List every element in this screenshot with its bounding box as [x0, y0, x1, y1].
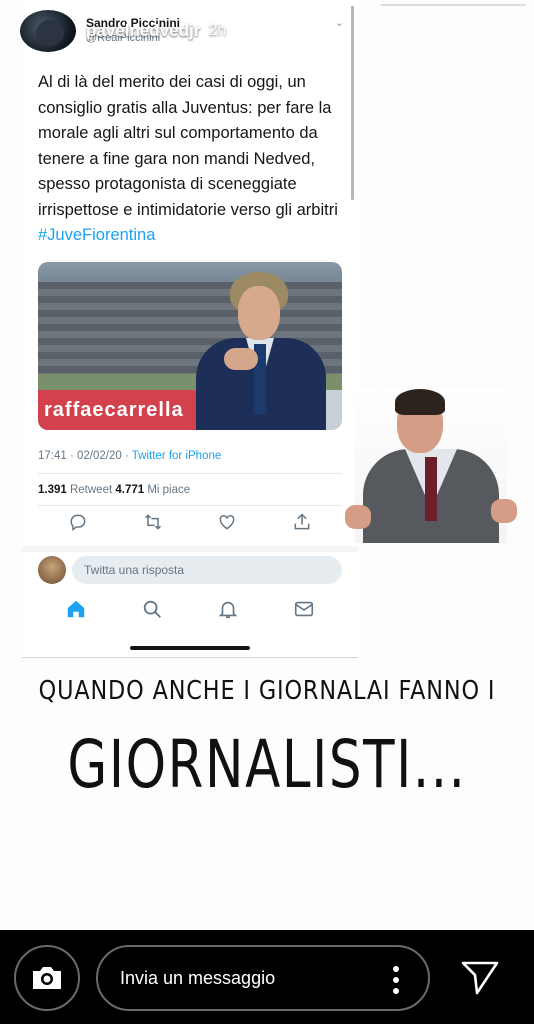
divider — [38, 473, 342, 474]
photo-person — [196, 272, 326, 430]
story-reply-bar: Invia un messaggio — [0, 930, 534, 1024]
avatar — [38, 556, 66, 584]
message-input[interactable]: Invia un messaggio — [96, 945, 430, 1011]
story-caption-line1: QUANDO ANCHE I GIORNALAI FANNO I — [38, 676, 496, 706]
tweet-timestamp: 17:41 · 02/02/20 · — [38, 450, 132, 462]
story-username[interactable]: pavelnedvedjr — [86, 21, 200, 41]
story-header[interactable]: pavelnedvedjr 2h — [18, 8, 226, 54]
tweet-reply-box: Twitta una risposta — [72, 556, 342, 584]
camera-icon — [33, 967, 61, 989]
tweet-photo: raffaecarrella — [38, 262, 342, 430]
tweet-screenshot: Sandro Piccinini @RealPiccinini ⌄ Al di … — [22, 0, 358, 658]
gif-sticker[interactable] — [345, 387, 518, 543]
heart-icon — [219, 514, 235, 530]
bell-icon — [218, 601, 238, 619]
photo-banner: raffaecarrella — [38, 390, 208, 430]
retweet-icon — [144, 514, 161, 530]
share-icon — [294, 513, 310, 530]
story-timestamp: 2h — [208, 22, 227, 39]
retweet-label: Retweet — [66, 484, 116, 496]
tweet-body: Al di là del merito dei casi di oggi, un… — [38, 73, 338, 219]
twitter-tab-bar — [38, 598, 342, 622]
story-progress-fill — [8, 4, 381, 6]
reply-icon — [70, 514, 86, 531]
tweet-actions — [38, 512, 342, 536]
avatar[interactable] — [18, 8, 78, 54]
tweet-source: Twitter for iPhone — [131, 450, 222, 462]
send-icon[interactable] — [460, 960, 500, 996]
story-caption-line2: GIORNALISTI... — [67, 726, 467, 803]
retweet-count: 1.391 — [38, 484, 67, 496]
tweet-hashtag: #JuveFiorentina — [38, 226, 156, 244]
search-icon — [143, 600, 161, 618]
story-progress-bar — [8, 4, 526, 6]
tweet-meta: 17:41 · 02/02/20 · Twitter for iPhone — [38, 450, 221, 462]
chevron-down-icon: ⌄ — [334, 17, 344, 29]
story-canvas[interactable]: Sandro Piccinini @RealPiccinini ⌄ Al di … — [0, 0, 534, 930]
like-count: 4.771 — [115, 484, 145, 496]
like-label: Mi piace — [144, 484, 191, 496]
divider — [22, 546, 358, 552]
home-icon — [67, 600, 85, 618]
mail-icon — [294, 601, 314, 617]
more-options-icon[interactable] — [392, 965, 400, 995]
home-indicator — [130, 646, 250, 650]
tweet-stats: 1.391 Retweet 4.771 Mi piace — [38, 484, 190, 496]
tweet-text: Al di là del merito dei casi di oggi, un… — [38, 70, 356, 249]
camera-button[interactable] — [14, 945, 80, 1011]
divider — [38, 505, 342, 506]
message-placeholder: Invia un messaggio — [120, 968, 276, 988]
